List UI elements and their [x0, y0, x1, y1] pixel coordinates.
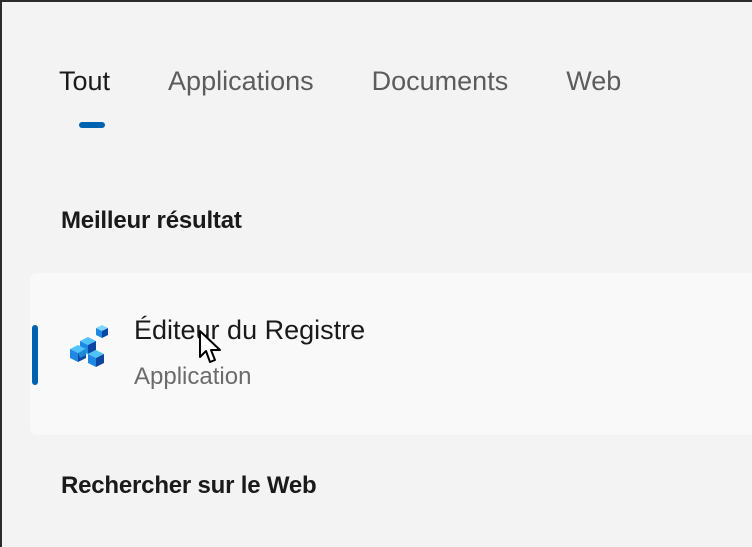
result-app-type: Application: [134, 363, 252, 390]
search-filter-tabs: Tout Applications Documents Web: [59, 66, 679, 128]
best-match-result[interactable]: Éditeur du Registre Application: [30, 273, 752, 435]
selection-indicator: [32, 325, 38, 385]
tab-web[interactable]: Web: [566, 66, 621, 97]
web-search-heading: Rechercher sur le Web: [61, 472, 317, 499]
search-results-panel: Tout Applications Documents Web Meilleur…: [0, 0, 752, 547]
tab-documents[interactable]: Documents: [372, 66, 509, 97]
tab-label: Web: [566, 66, 622, 96]
mouse-cursor-icon: [199, 330, 221, 363]
active-tab-indicator: [79, 122, 105, 128]
best-match-heading: Meilleur résultat: [61, 207, 242, 234]
result-app-name: Éditeur du Registre: [134, 315, 366, 345]
tab-label: Applications: [168, 66, 314, 96]
tab-tout[interactable]: Tout: [59, 66, 111, 128]
tab-label: Tout: [59, 66, 111, 96]
registry-editor-icon: [70, 325, 108, 367]
tab-applications[interactable]: Applications: [168, 66, 314, 97]
tab-label: Documents: [371, 66, 509, 96]
